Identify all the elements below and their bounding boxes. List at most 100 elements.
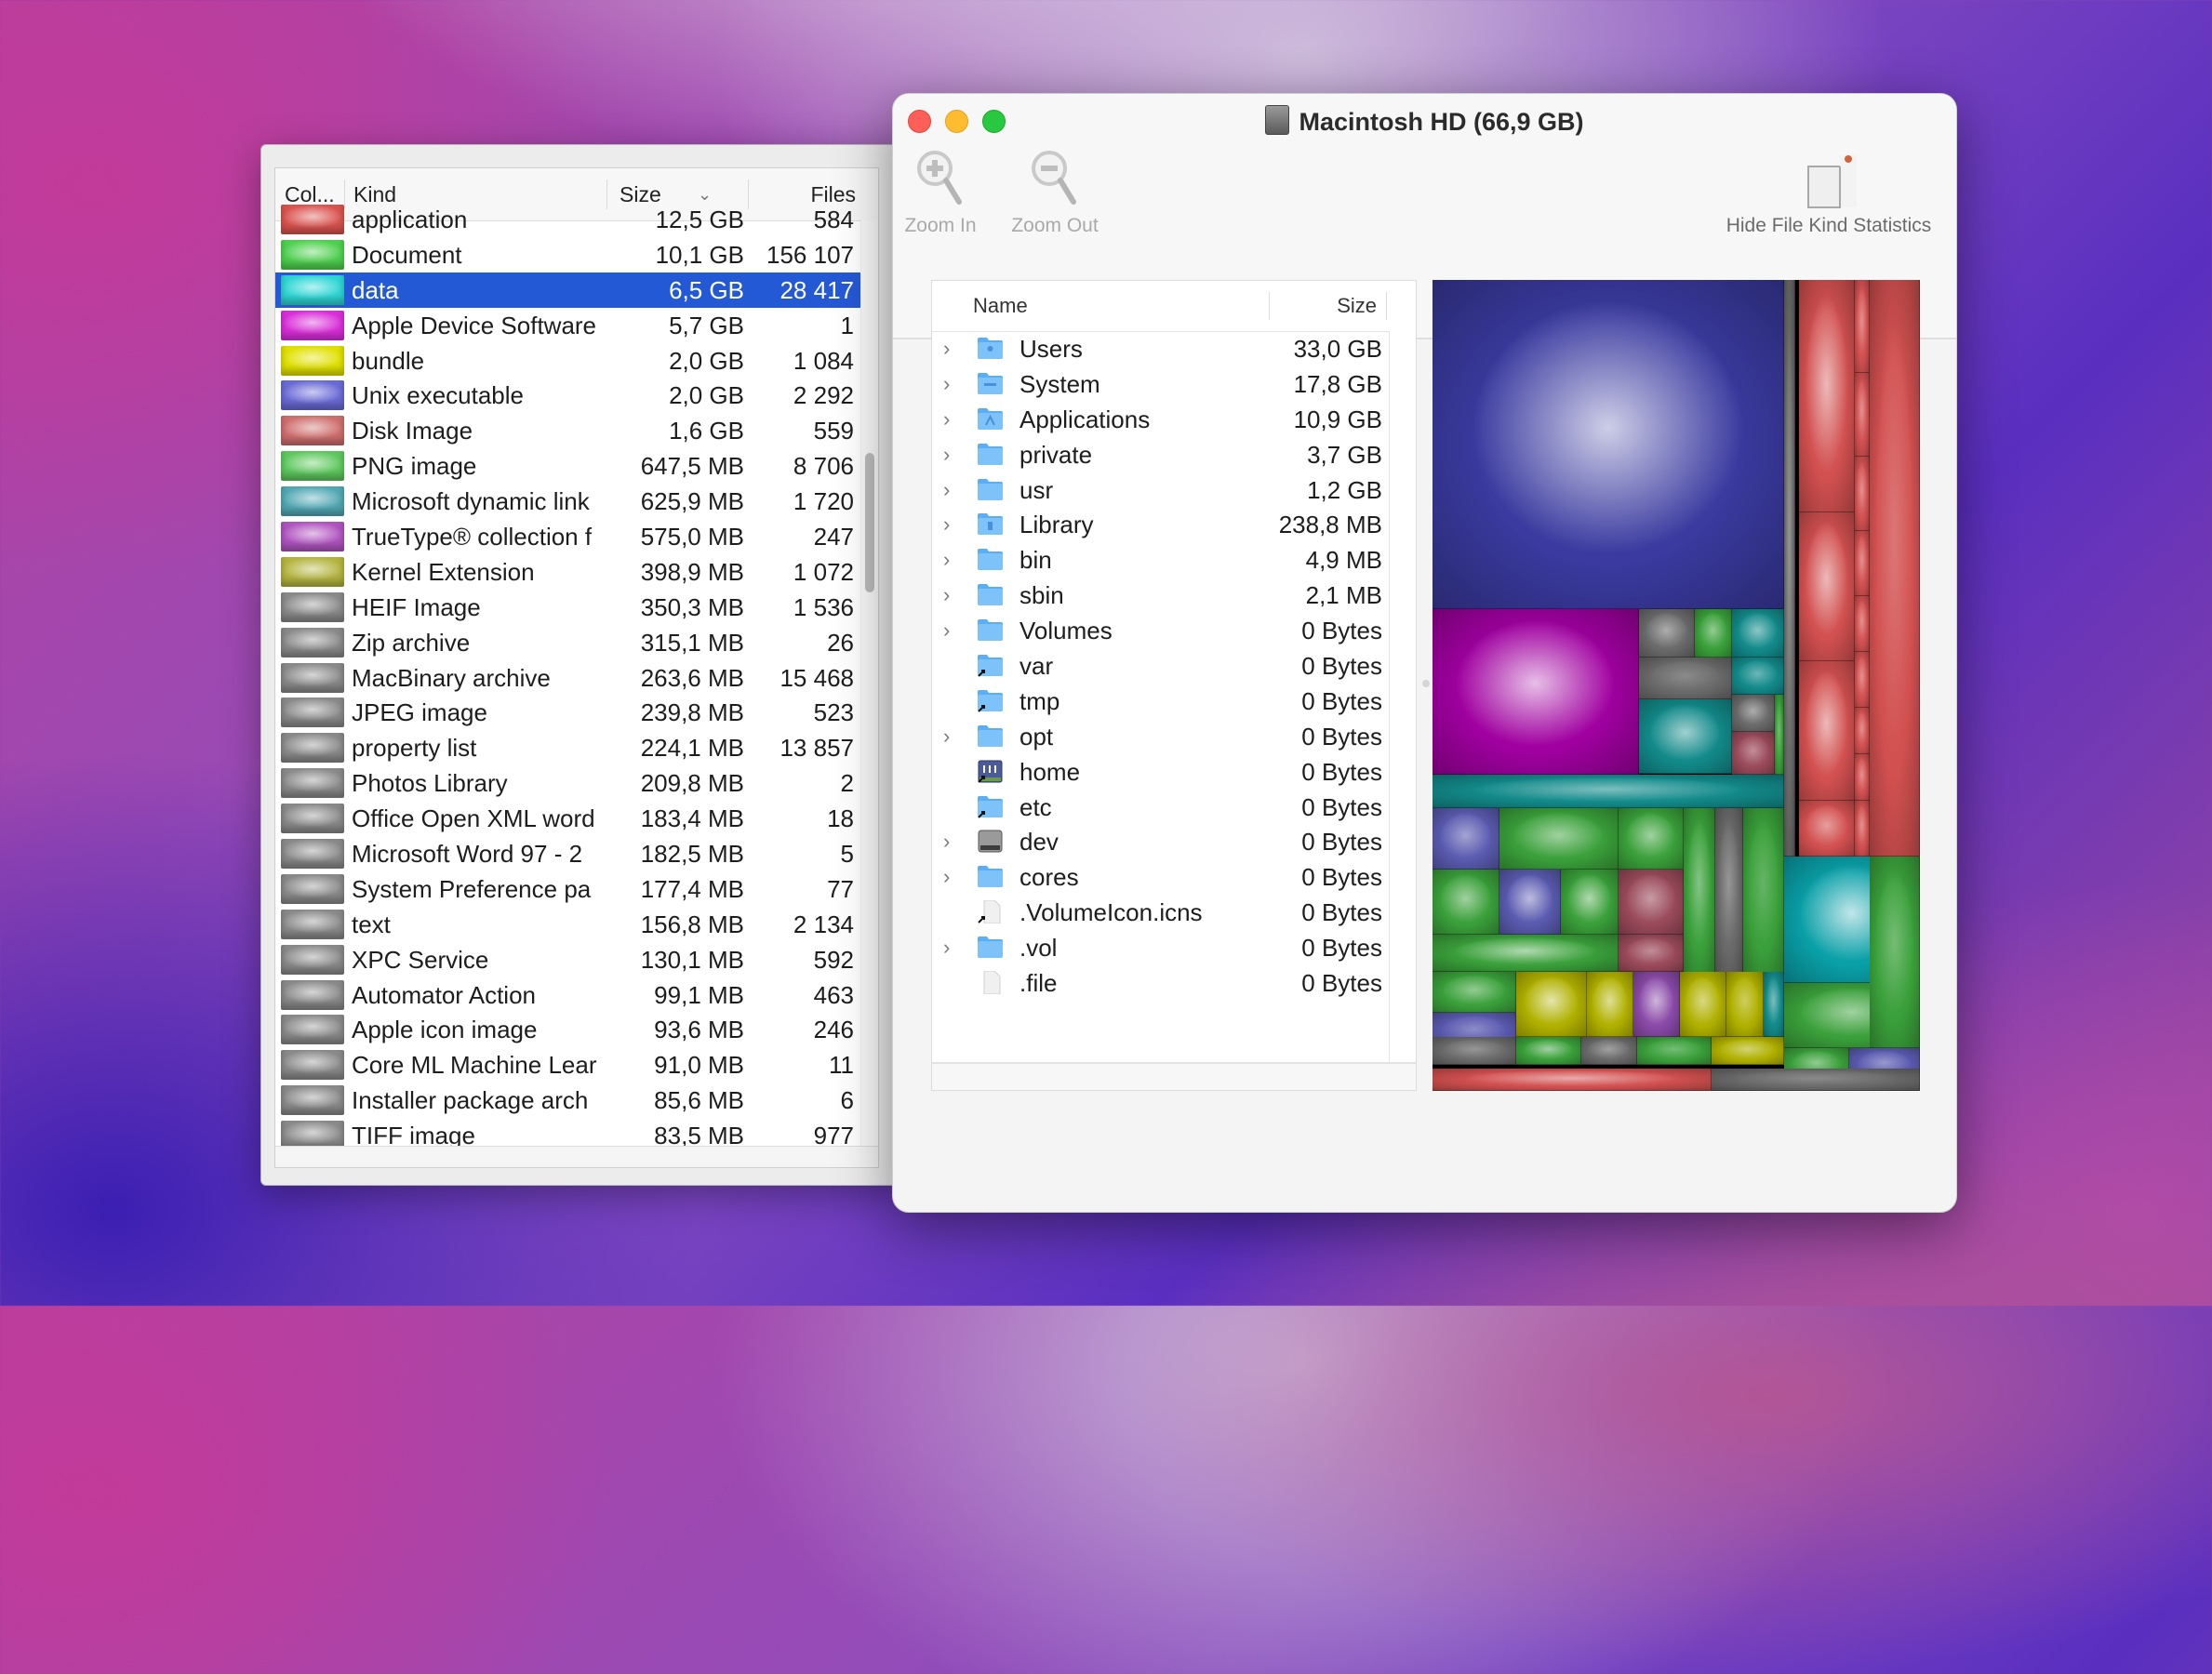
treemap-cell[interactable] — [1432, 775, 1784, 808]
treemap-cell[interactable] — [1855, 531, 1870, 596]
file-kind-row[interactable]: Office Open XML word 183,4 MB 18 — [275, 801, 861, 836]
file-kind-row[interactable]: property list 224,1 MB 13 857 — [275, 730, 861, 765]
outline-row[interactable]: › cores 0 Bytes — [932, 859, 1388, 895]
hide-file-kind-statistics-button[interactable]: Hide File Kind Statistics — [1710, 146, 1948, 237]
column-header-size[interactable]: Size — [1337, 281, 1377, 331]
file-kind-row[interactable]: PNG image 647,5 MB 8 706 — [275, 448, 861, 484]
file-kind-row[interactable]: Automator Action 99,1 MB 463 — [275, 977, 861, 1013]
treemap-cell[interactable] — [1637, 1037, 1712, 1065]
treemap-cell[interactable] — [1855, 457, 1870, 531]
treemap-cell[interactable] — [1743, 808, 1784, 976]
treemap-cell[interactable] — [1855, 801, 1870, 857]
outline-row[interactable]: › bin 4,9 MB — [932, 542, 1388, 578]
treemap-cell[interactable] — [1499, 808, 1619, 870]
outline-row[interactable]: .VolumeIcon.icns 0 Bytes — [932, 895, 1388, 930]
treemap-cell[interactable] — [1619, 935, 1684, 972]
treemap-cell[interactable] — [1633, 972, 1680, 1037]
treemap-cell[interactable] — [1732, 732, 1775, 775]
treemap-cell[interactable] — [1732, 609, 1784, 658]
treemap-cell[interactable] — [1799, 280, 1855, 512]
outline-row[interactable]: › Applications 10,9 GB — [932, 402, 1388, 437]
outline-row[interactable]: › sbin 2,1 MB — [932, 578, 1388, 613]
disclosure-chevron-icon[interactable]: › — [943, 828, 960, 856]
treemap-cell[interactable] — [1784, 280, 1795, 857]
file-kind-row[interactable]: HEIF Image 350,3 MB 1 536 — [275, 590, 861, 625]
file-kind-row[interactable]: TrueType® collection f 575,0 MB 247 — [275, 519, 861, 554]
file-kind-row[interactable]: MacBinary archive 263,6 MB 15 468 — [275, 660, 861, 696]
outline-row[interactable]: › System 17,8 GB — [932, 366, 1388, 402]
zoom-in-button[interactable]: Zoom In — [900, 146, 980, 237]
treemap-cell[interactable] — [1639, 658, 1732, 699]
file-kind-row[interactable]: Zip archive 315,1 MB 26 — [275, 625, 861, 660]
treemap-cell[interactable] — [1581, 1037, 1637, 1065]
outline-scrollbar[interactable] — [1389, 331, 1416, 1066]
treemap-cell[interactable] — [1855, 596, 1870, 652]
disclosure-chevron-icon[interactable]: › — [943, 511, 960, 538]
disclosure-chevron-icon[interactable]: › — [943, 476, 960, 504]
treemap-cell[interactable] — [1775, 695, 1784, 775]
file-kind-row[interactable]: Microsoft dynamic link 625,9 MB 1 720 — [275, 484, 861, 519]
file-kind-row[interactable]: Apple icon image 93,6 MB 246 — [275, 1012, 861, 1047]
file-kind-row[interactable]: Core ML Machine Lear 91,0 MB 11 — [275, 1047, 861, 1083]
column-header-name[interactable]: Name — [973, 281, 1028, 331]
treemap-cell[interactable] — [1587, 972, 1633, 1037]
treemap-cell[interactable] — [1712, 1037, 1784, 1065]
file-kind-row[interactable]: XPC Service 130,1 MB 592 — [275, 942, 861, 977]
treemap-cell[interactable] — [1516, 1037, 1581, 1065]
treemap-cell[interactable] — [1432, 870, 1499, 935]
column-separator[interactable] — [1269, 292, 1270, 320]
outline-row[interactable]: › Volumes 0 Bytes — [932, 613, 1388, 648]
treemap-cell[interactable] — [1799, 661, 1855, 801]
file-kind-row[interactable]: Document 10,1 GB 156 107 — [275, 237, 861, 272]
file-kind-row[interactable]: Apple Device Software 5,7 GB 1 — [275, 308, 861, 343]
disclosure-chevron-icon[interactable]: › — [943, 335, 960, 363]
disclosure-chevron-icon[interactable]: › — [943, 405, 960, 433]
outline-row[interactable]: home 0 Bytes — [932, 754, 1388, 790]
treemap-cell[interactable] — [1870, 857, 1920, 1048]
outline-row[interactable]: etc 0 Bytes — [932, 790, 1388, 825]
treemap-cell[interactable] — [1432, 1037, 1516, 1065]
treemap-cell[interactable] — [1516, 972, 1587, 1037]
outline-row[interactable]: › usr 1,2 GB — [932, 472, 1388, 508]
treemap-cell[interactable] — [1799, 801, 1855, 857]
outline-row[interactable]: tmp 0 Bytes — [932, 684, 1388, 719]
treemap-cell[interactable] — [1639, 699, 1732, 774]
file-kind-row[interactable]: System Preference pa 177,4 MB 77 — [275, 871, 861, 907]
treemap-cell[interactable] — [1726, 972, 1764, 1037]
treemap-cell[interactable] — [1855, 708, 1870, 754]
outline-row[interactable]: › private 3,7 GB — [932, 437, 1388, 472]
disclosure-chevron-icon[interactable]: › — [943, 546, 960, 574]
disclosure-chevron-icon[interactable]: › — [943, 617, 960, 644]
file-kind-row[interactable]: Microsoft Word 97 - 2 182,5 MB 5 — [275, 836, 861, 871]
treemap-cell[interactable] — [1619, 808, 1684, 870]
column-separator[interactable] — [1386, 292, 1387, 320]
outline-horizontal-scrollbar[interactable] — [932, 1062, 1416, 1090]
file-kind-row[interactable]: application 12,5 GB 584 — [275, 202, 861, 237]
treemap-cell[interactable] — [1855, 754, 1870, 801]
outline-row[interactable]: › .vol 0 Bytes — [932, 930, 1388, 965]
outline-row[interactable]: › Users 33,0 GB — [932, 331, 1388, 366]
treemap-cell[interactable] — [1639, 609, 1695, 658]
file-kind-row[interactable]: Installer package arch 85,6 MB 6 — [275, 1083, 861, 1118]
file-kind-scrollbar-thumb[interactable] — [865, 453, 874, 592]
treemap-cell[interactable] — [1619, 870, 1684, 935]
file-kind-row[interactable]: JPEG image 239,8 MB 523 — [275, 695, 861, 730]
outline-row[interactable]: › Library 238,8 MB — [932, 507, 1388, 542]
treemap-cell[interactable] — [1684, 808, 1715, 976]
treemap-cell[interactable] — [1695, 609, 1732, 658]
split-view-divider-handle[interactable] — [1422, 680, 1430, 687]
file-kind-row[interactable]: Unix executable 2,0 GB 2 292 — [275, 378, 861, 413]
treemap-cell[interactable] — [1732, 695, 1775, 732]
outline-row[interactable]: var 0 Bytes — [932, 648, 1388, 684]
outline-row[interactable]: › dev 0 Bytes — [932, 824, 1388, 859]
file-kind-row[interactable]: data 6,5 GB 28 417 — [275, 272, 861, 308]
file-kind-row[interactable]: Photos Library 209,8 MB 2 — [275, 765, 861, 801]
treemap-cell[interactable] — [1432, 808, 1499, 870]
file-kind-scrollbar[interactable] — [860, 220, 878, 1150]
treemap-cell[interactable] — [1855, 373, 1870, 457]
disclosure-chevron-icon[interactable]: › — [943, 934, 960, 962]
treemap-cell[interactable] — [1715, 808, 1743, 976]
treemap-cell[interactable] — [1732, 658, 1784, 695]
treemap-cell[interactable] — [1764, 972, 1784, 1037]
file-kind-row[interactable]: Kernel Extension 398,9 MB 1 072 — [275, 554, 861, 590]
